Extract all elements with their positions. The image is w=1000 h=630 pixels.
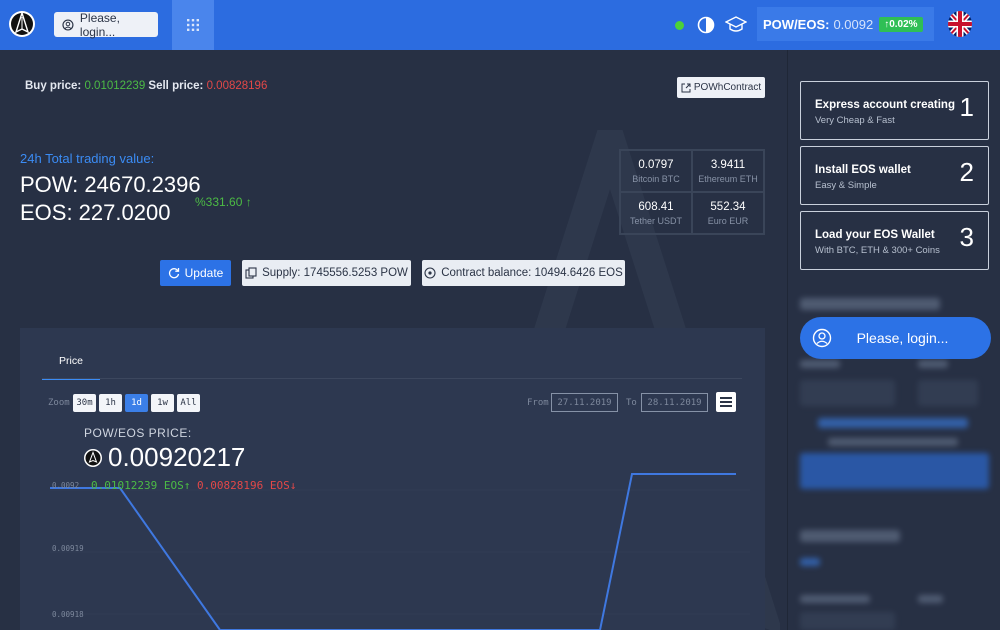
login-label: Please, login...: [79, 10, 120, 39]
coins-icon: [245, 267, 257, 279]
step-title: Express account creating: [815, 99, 955, 111]
step-number: 1: [959, 92, 974, 122]
contrast-icon[interactable]: [697, 16, 715, 39]
grid-icon: [187, 19, 199, 31]
eos-logo-icon: [84, 448, 102, 467]
total-trading-label: 24h Total trading value:: [20, 151, 155, 166]
rate-value: 608.41: [638, 200, 674, 213]
balance-icon: [424, 267, 436, 279]
logo-icon[interactable]: [8, 8, 36, 40]
pair-value: 0.0092: [833, 16, 874, 32]
y-axis-label: 0.0092: [52, 481, 80, 490]
price-chart-panel: Price Zoom 30m 1h 1d 1w All From 27.11.2…: [20, 328, 765, 630]
step-number: 3: [959, 222, 974, 252]
buy-price-label: Buy price:: [25, 80, 82, 92]
step-subtitle: Very Cheap & Fast: [815, 115, 895, 126]
contract-balance-button[interactable]: Contract balance: 10494.6426 EOS: [422, 260, 625, 286]
external-link-icon: [681, 83, 691, 92]
chart-sell-price: 0.00828196 EOS↓: [197, 479, 297, 492]
status-dot: [675, 21, 684, 30]
rate-eth: 3.9411 Ethereum ETH: [692, 150, 764, 192]
rate-btc: 0.0797 Bitcoin BTC: [620, 150, 692, 192]
user-icon: [62, 18, 74, 31]
sell-price-value: 0.00828196: [206, 80, 268, 92]
main-content: Buy price: 0.01012239 Sell price: 0.0082…: [0, 50, 787, 630]
contract-link-button[interactable]: POWhContract: [677, 77, 765, 98]
step-card-1[interactable]: Express account creating Very Cheap & Fa…: [800, 81, 989, 140]
step-title: Install EOS wallet: [815, 164, 911, 176]
rate-value: 3.9411: [710, 158, 746, 171]
y-axis-label: 0.00919: [52, 544, 84, 553]
right-sidebar: Express account creating Very Cheap & Fa…: [787, 50, 1000, 630]
refresh-icon: [168, 268, 179, 279]
step-number: 2: [959, 157, 974, 187]
rate-value: 0.0797: [638, 158, 674, 171]
contract-link-label: POWhContract: [693, 82, 762, 93]
price-summary: Buy price: 0.01012239 Sell price: 0.0082…: [25, 80, 267, 92]
step-subtitle: Easy & Simple: [815, 180, 877, 191]
chart-price: 0.00920217: [84, 442, 245, 473]
sidebar-login-label: Please, login...: [856, 330, 949, 346]
apps-grid-button[interactable]: [172, 0, 214, 50]
supply-button[interactable]: Supply: 1745556.5253 POW: [242, 260, 411, 286]
top-navbar: Please, login... POW/EOS: 0.0092 ↑0.02%: [0, 0, 1000, 50]
sell-price-label: Sell price:: [148, 80, 204, 92]
pair-label: POW/EOS:: [763, 16, 830, 32]
chart-title: POW/EOS PRICE:: [84, 426, 192, 440]
buy-price-value: 0.01012239: [84, 80, 146, 92]
rate-usdt: 608.41 Tether USDT: [620, 192, 692, 234]
chart-price-value: 0.00920217: [108, 442, 246, 472]
eos-total-value: EOS: 227.0200: [20, 200, 171, 225]
pair-change-badge: ↑0.02%: [879, 16, 923, 32]
rate-eur: 552.34 Euro EUR: [692, 192, 764, 234]
rate-name: Tether USDT: [629, 215, 682, 226]
rate-name: Bitcoin BTC: [632, 173, 680, 184]
login-button[interactable]: Please, login...: [54, 10, 158, 39]
pair-ticker[interactable]: POW/EOS: 0.0092 ↑0.02%: [757, 7, 934, 41]
sidebar-login-button[interactable]: Please, login...: [800, 317, 991, 359]
update-label: Update: [184, 266, 224, 280]
update-button[interactable]: Update: [160, 260, 231, 286]
uk-flag-icon[interactable]: [948, 11, 972, 37]
y-axis-label: 0.00918: [52, 610, 84, 619]
pow-total-value: POW: 24670.2396: [20, 172, 201, 197]
contract-balance-label: Contract balance: 10494.6426 EOS: [441, 267, 623, 279]
rate-name: Euro EUR: [707, 215, 749, 226]
step-card-2[interactable]: Install EOS wallet Easy & Simple 2: [800, 146, 989, 205]
step-title: Load your EOS Wallet: [815, 229, 935, 241]
exchange-rates-grid: 0.0797 Bitcoin BTC 3.9411 Ethereum ETH 6…: [619, 149, 765, 235]
step-card-3[interactable]: Load your EOS Wallet With BTC, ETH & 300…: [800, 211, 989, 270]
chart-buy-price: 0.01012239 EOS↑: [91, 479, 191, 492]
user-icon: [812, 328, 832, 348]
rate-value: 552.34: [710, 200, 746, 213]
rate-name: Ethereum ETH: [698, 173, 758, 184]
total-change-percent: %331.60 ↑: [195, 195, 252, 209]
supply-label: Supply: 1745556.5253 POW: [262, 267, 408, 279]
graduation-cap-icon[interactable]: [724, 15, 748, 40]
step-subtitle: With BTC, ETH & 300+ Coins: [815, 245, 940, 256]
